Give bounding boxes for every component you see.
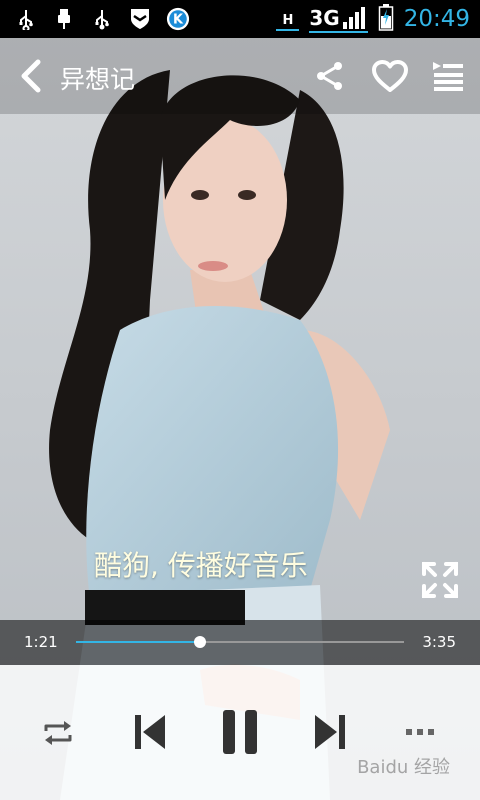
seek-progress-fill <box>76 641 200 643</box>
share-icon <box>317 62 342 90</box>
favorite-button[interactable] <box>368 58 412 94</box>
status-bar: K H 3G 20:49 <box>0 0 480 38</box>
usb-icon <box>90 7 114 31</box>
expand-icon <box>422 562 458 598</box>
total-time: 3:35 <box>422 633 456 651</box>
fullscreen-lyrics-button[interactable] <box>420 560 460 600</box>
back-button[interactable] <box>18 58 44 94</box>
share-button[interactable] <box>312 58 348 94</box>
next-button[interactable] <box>308 709 352 755</box>
progress-bar: 1:21 3:35 <box>0 620 480 665</box>
network-3g-signal: 3G <box>309 5 368 33</box>
more-icon <box>406 729 434 735</box>
shield-icon <box>128 7 152 31</box>
signal-icon <box>342 6 365 29</box>
back-icon <box>21 59 41 93</box>
previous-button[interactable] <box>128 709 172 755</box>
seek-track[interactable] <box>76 636 404 648</box>
playlist-icon <box>433 62 463 91</box>
previous-icon <box>135 715 165 749</box>
pause-button[interactable] <box>216 705 264 759</box>
playlist-button[interactable] <box>430 58 466 94</box>
watermark-baidu: Baidu 经验 <box>357 757 450 778</box>
repeat-icon <box>44 721 72 745</box>
heart-icon <box>372 60 408 92</box>
usb-icon <box>14 7 38 31</box>
more-button[interactable] <box>400 717 440 747</box>
next-icon <box>315 715 345 749</box>
kugou-k-icon: K <box>166 7 190 31</box>
elapsed-time: 1:21 <box>24 633 58 651</box>
lyric-line[interactable]: 酷狗, 传播好音乐 <box>94 544 308 584</box>
clock: 20:49 <box>403 6 470 32</box>
svg-text:K: K <box>173 13 184 28</box>
network-type-h: H <box>276 13 300 31</box>
network-type-3g: 3G <box>309 5 340 30</box>
repeat-button[interactable] <box>40 715 76 751</box>
usb-debug-icon <box>52 7 76 31</box>
seek-thumb[interactable] <box>193 636 206 648</box>
playback-controls: Baidu 经验 <box>0 665 480 800</box>
song-title: 异想记 <box>60 65 136 94</box>
player-header: 异想记 <box>0 38 480 114</box>
pause-icon <box>223 710 257 754</box>
battery-charging-icon <box>378 3 394 35</box>
